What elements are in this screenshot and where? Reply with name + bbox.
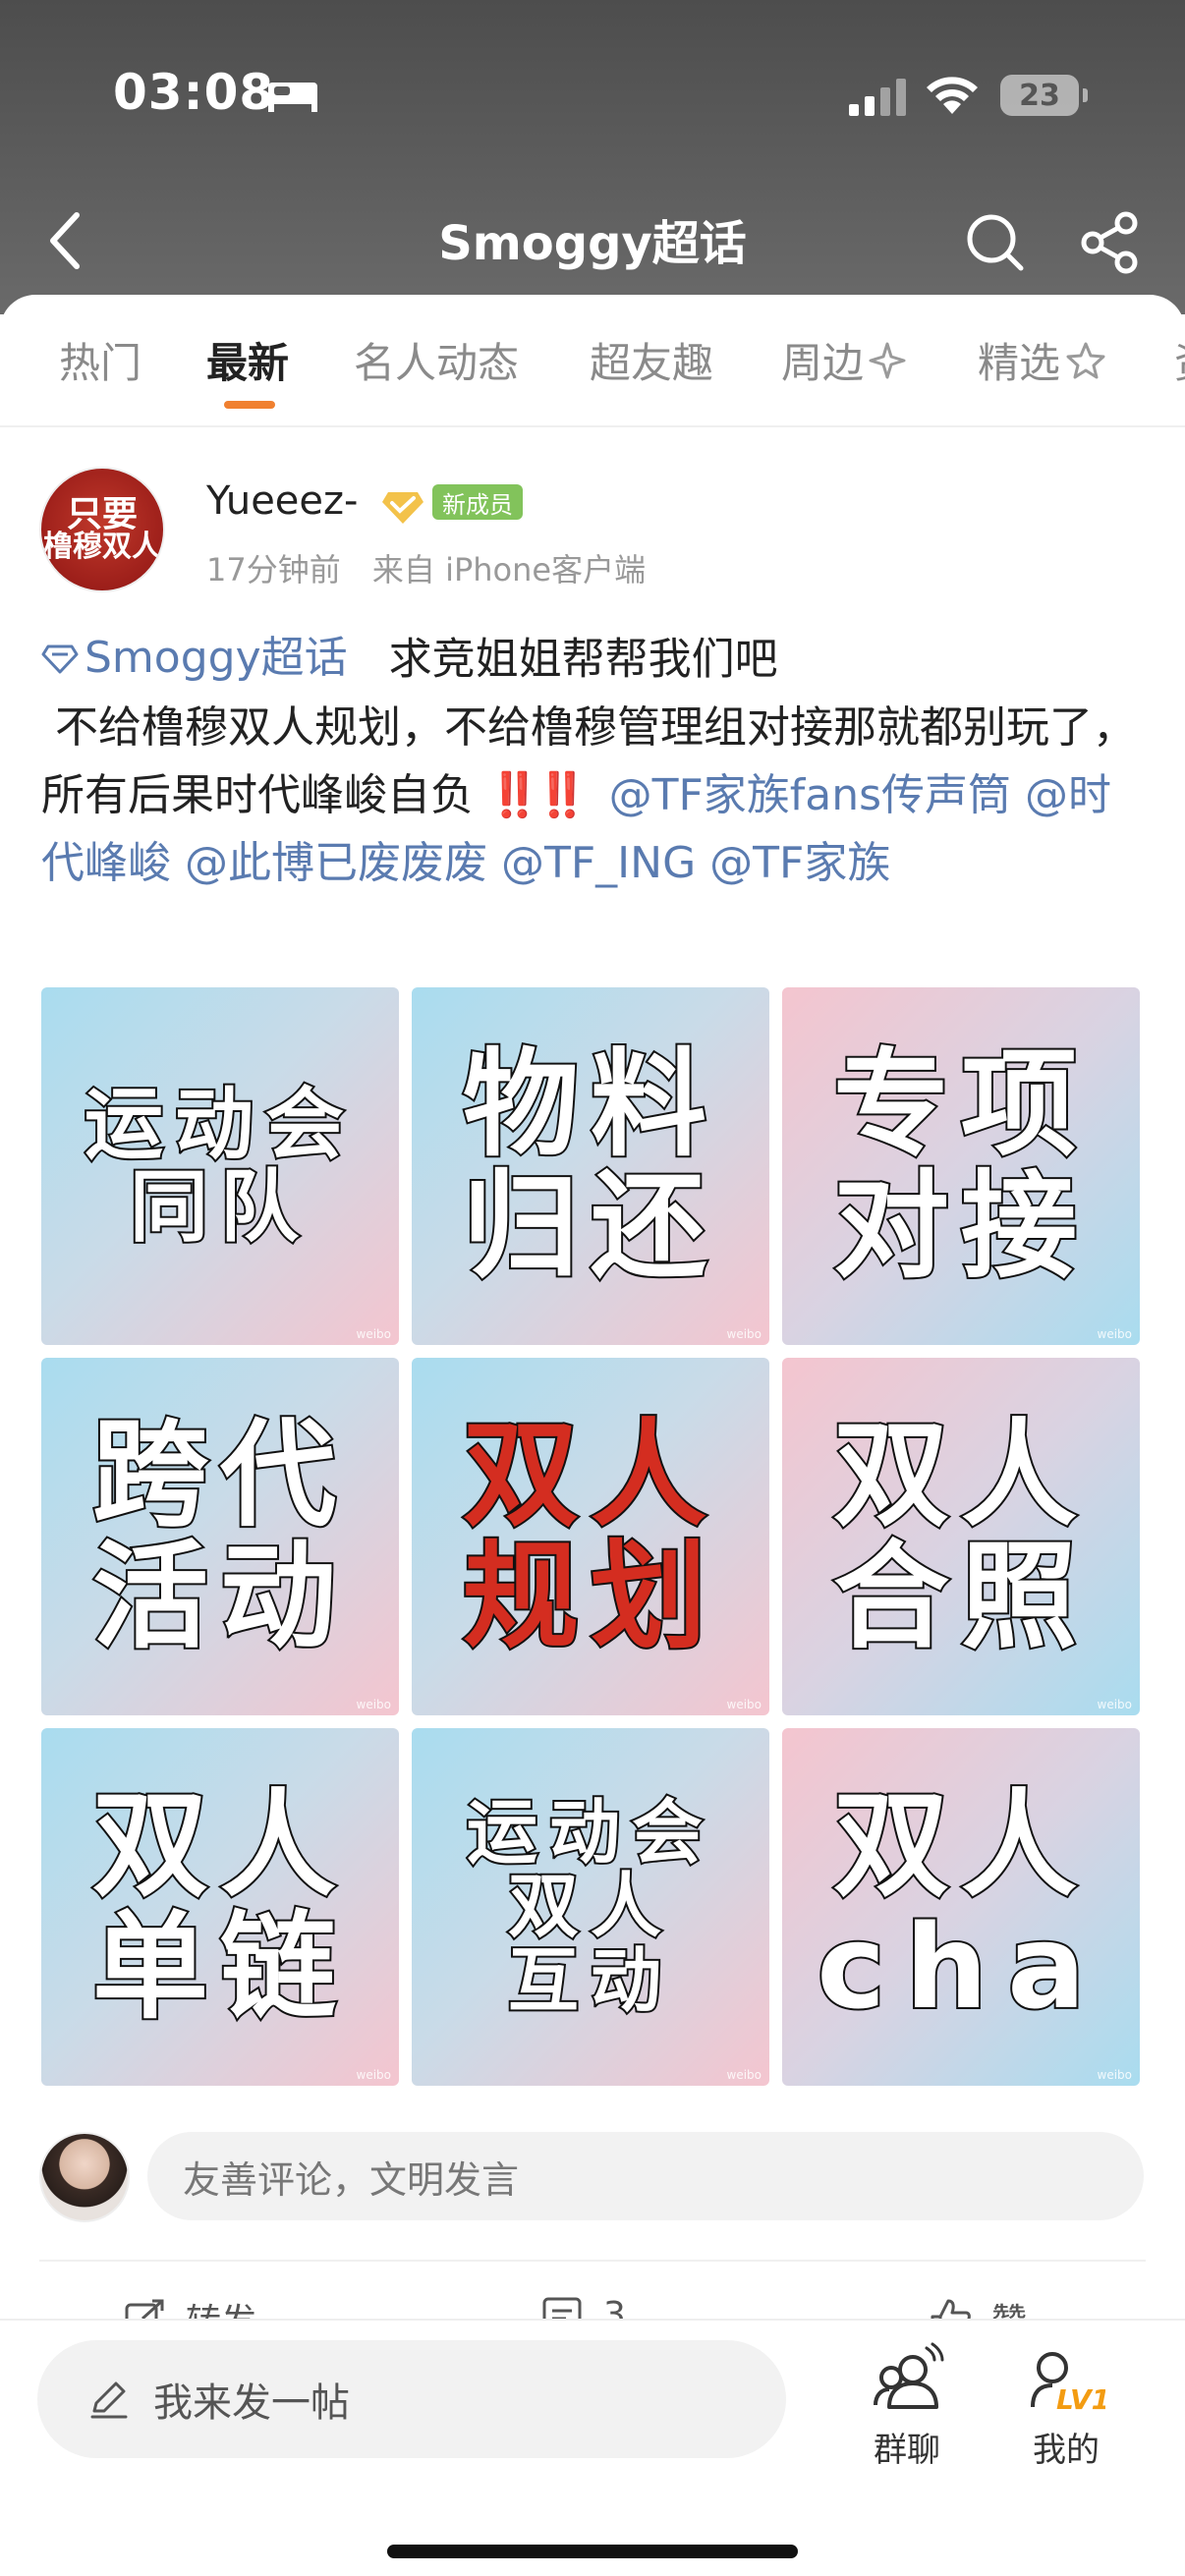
tab-more-overflow[interactable]: 资 xyxy=(1174,330,1185,390)
image-tile[interactable]: 双人 单链 weibo xyxy=(41,1728,399,2086)
post-time: 17分钟前 xyxy=(206,551,341,588)
status-time: 03:08 xyxy=(113,64,275,121)
image-tile[interactable]: 运动会 同队 weibo xyxy=(41,987,399,1345)
image-tile[interactable]: 双人 cha weibo xyxy=(782,1728,1140,2086)
level-text: LV1 xyxy=(1056,2383,1105,2416)
image-tile[interactable]: 运动会 双人 互动 weibo xyxy=(412,1728,769,2086)
sleep-mode-icon xyxy=(268,83,317,112)
watermark: weibo xyxy=(356,2068,392,2082)
group-chat-icon xyxy=(874,2342,944,2409)
cellular-signal-icon xyxy=(849,79,906,116)
image-grid: 运动会 同队 weibo 物料 归还 weibo 专项 对接 weibo 跨代 … xyxy=(41,987,1146,2092)
search-button[interactable] xyxy=(958,198,1033,287)
active-tab-indicator xyxy=(224,401,275,409)
new-member-badge: 新成员 xyxy=(432,484,523,520)
image-tile[interactable]: 双人 规划 weibo xyxy=(412,1358,769,1715)
profile-level-icon: LV1 xyxy=(1031,2352,1105,2416)
new-post-input[interactable]: 我来发一帖 xyxy=(37,2340,786,2458)
super-topic-diamond-icon xyxy=(41,644,79,673)
wifi-icon xyxy=(927,77,978,114)
watermark: weibo xyxy=(1097,1327,1133,1341)
top-header: 03:08 23 Smoggy超话 xyxy=(0,0,1185,314)
tab-celebrity-updates[interactable]: 名人动态 xyxy=(354,330,519,390)
watermark: weibo xyxy=(726,2068,762,2082)
double-exclamation-emoji: ‼️‼️ xyxy=(487,769,590,820)
share-icon xyxy=(1081,211,1138,274)
mention-link[interactable]: @TF_ING xyxy=(501,838,696,888)
divider xyxy=(39,2260,1146,2262)
search-icon xyxy=(967,214,1024,271)
mention-link[interactable]: @TF家族 xyxy=(709,838,890,888)
group-chat-button[interactable]: 群聊 xyxy=(843,2342,971,2480)
my-avatar xyxy=(39,2132,130,2222)
post-text: Smoggy超话 求竞姐姐帮帮我们吧 不给橹穆双人规划，不给橹穆管理组对接那就都… xyxy=(41,624,1152,897)
battery-indicator: 23 xyxy=(1000,75,1088,116)
home-indicator xyxy=(387,2545,798,2558)
watermark: weibo xyxy=(1097,2068,1133,2082)
image-tile[interactable]: 双人 合照 weibo xyxy=(782,1358,1140,1715)
super-topic-link[interactable]: Smoggy超话 xyxy=(41,624,348,692)
post-source: 来自 iPhone客户端 xyxy=(371,551,647,588)
post-line-1: 求竞姐姐帮帮我们吧 xyxy=(388,634,778,685)
status-bar: 03:08 23 xyxy=(0,0,1185,187)
mention-link[interactable]: @此博已废废废 xyxy=(185,838,487,888)
tab-featured[interactable]: 精选 xyxy=(978,330,1107,390)
post-header: 只要 橹穆双人 Yueeez- 新成员 17分钟前 来自 iPhone客户端 xyxy=(0,467,1185,604)
image-tile[interactable]: 物料 归还 weibo xyxy=(412,987,769,1345)
comment-row: 友善评论，文明发言 xyxy=(0,2132,1185,2240)
watermark: weibo xyxy=(726,1698,762,1711)
watermark: weibo xyxy=(356,1698,392,1711)
tab-bar: 热门 最新 名人动态 超友趣 周边 精选 资 xyxy=(0,295,1185,427)
comment-input[interactable]: 友善评论，文明发言 xyxy=(147,2132,1144,2220)
post-username[interactable]: Yueeez- xyxy=(206,478,358,524)
watermark: weibo xyxy=(726,1327,762,1341)
share-button[interactable] xyxy=(1071,198,1150,287)
watermark: weibo xyxy=(1097,1698,1133,1711)
tab-merch[interactable]: 周边 xyxy=(781,330,907,390)
pencil-icon xyxy=(90,2381,128,2419)
avatar[interactable]: 只要 橹穆双人 xyxy=(39,467,165,592)
content-sheet: 热门 最新 名人动态 超友趣 周边 精选 资 只要 橹穆双人 Yueeez- xyxy=(0,295,1185,2576)
star-icon xyxy=(1066,342,1105,378)
tab-super-fun[interactable]: 超友趣 xyxy=(590,330,713,390)
bottom-bar: 我来发一帖 群聊 LV1 我的 xyxy=(0,2319,1185,2576)
image-tile[interactable]: 专项 对接 weibo xyxy=(782,987,1140,1345)
image-tile[interactable]: 跨代 活动 weibo xyxy=(41,1358,399,1715)
watermark: weibo xyxy=(356,1327,392,1341)
tab-hot[interactable]: 热门 xyxy=(59,330,141,390)
tab-latest[interactable]: 最新 xyxy=(206,330,289,390)
sparkle-icon xyxy=(869,342,906,378)
profile-tab[interactable]: LV1 我的 xyxy=(1002,2342,1130,2480)
post-meta: 17分钟前 来自 iPhone客户端 xyxy=(206,545,667,590)
mention-link[interactable]: @TF家族fans传声筒 xyxy=(609,770,1011,820)
diamond-badge-icon xyxy=(382,492,423,524)
